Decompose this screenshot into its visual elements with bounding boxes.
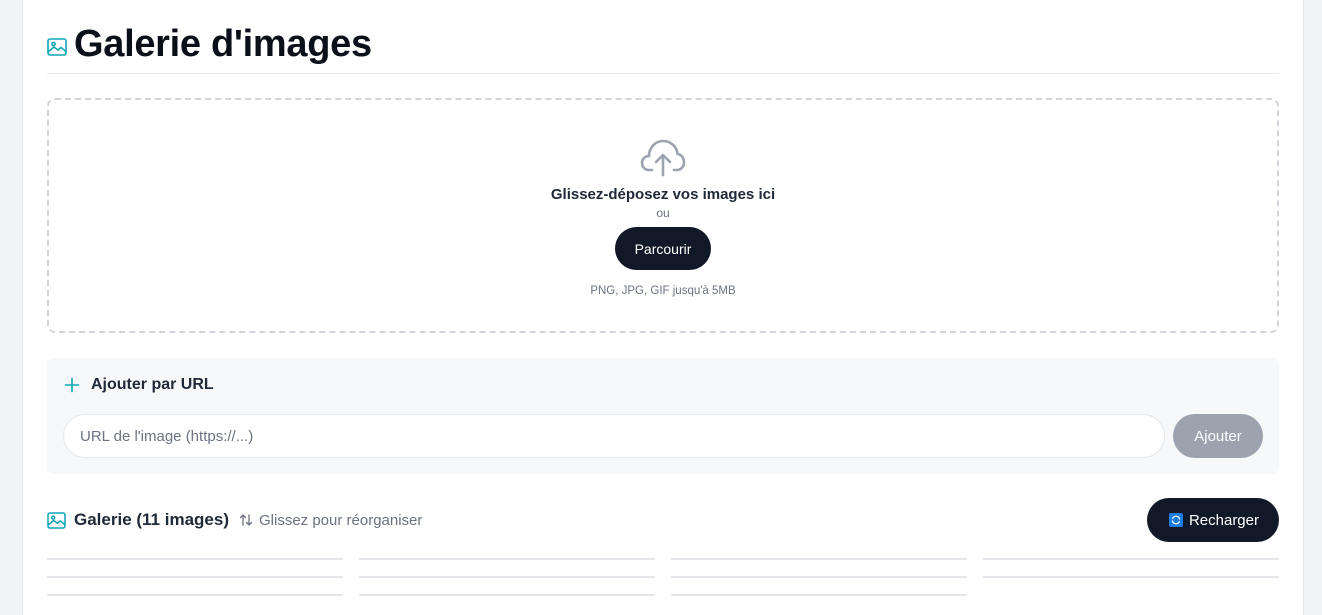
image-url-input[interactable] [63,414,1165,458]
cloud-upload-icon [640,139,686,177]
gallery-card: Galerie d'images Glissez-déposez vos ima… [22,0,1304,615]
dropzone-title: Glissez-déposez vos images ici [550,186,776,203]
skeleton-line [983,558,1279,560]
skeleton-line [359,576,655,578]
browse-button[interactable]: Parcourir [614,227,712,270]
skeleton-line [47,558,343,560]
image-icon [47,38,67,56]
skeleton-line [671,594,967,596]
gallery-column [671,558,967,615]
skeleton-line [359,594,655,596]
dropzone-or-text: ou [656,206,670,220]
page-title: Galerie d'images [74,23,372,65]
gallery-title: Galerie (11 images) [74,510,229,529]
add-by-url-section: Ajouter par URL Ajouter [47,358,1279,474]
gallery-column [47,558,343,615]
reload-button[interactable]: Recharger [1146,498,1279,542]
add-by-url-header: Ajouter par URL [64,376,214,394]
dropzone[interactable]: Glissez-déposez vos images ici ou Parcou… [47,98,1279,333]
add-url-button[interactable]: Ajouter [1173,414,1263,458]
plus-icon [64,377,80,393]
image-icon [47,511,66,529]
skeleton-line [359,558,655,560]
gallery-column [983,558,1279,615]
add-by-url-title: Ajouter par URL [91,376,214,393]
reload-label: Recharger [1188,511,1259,529]
gallery-grid [47,558,1279,615]
skeleton-line [47,594,343,596]
page-header: Galerie d'images [47,20,1279,74]
skeleton-line [983,576,1279,578]
gallery-header: Galerie (11 images) Glissez pour réorgan… [47,498,1279,542]
reorder-arrows-icon [239,514,253,526]
reorder-hint: Glissez pour réorganiser [258,511,423,529]
gallery-column [359,558,655,615]
skeleton-line [671,558,967,560]
skeleton-line [671,576,967,578]
refresh-icon [1168,513,1183,527]
dropzone-hint: PNG, JPG, GIF jusqu'à 5MB [590,285,736,297]
skeleton-line [47,576,343,578]
